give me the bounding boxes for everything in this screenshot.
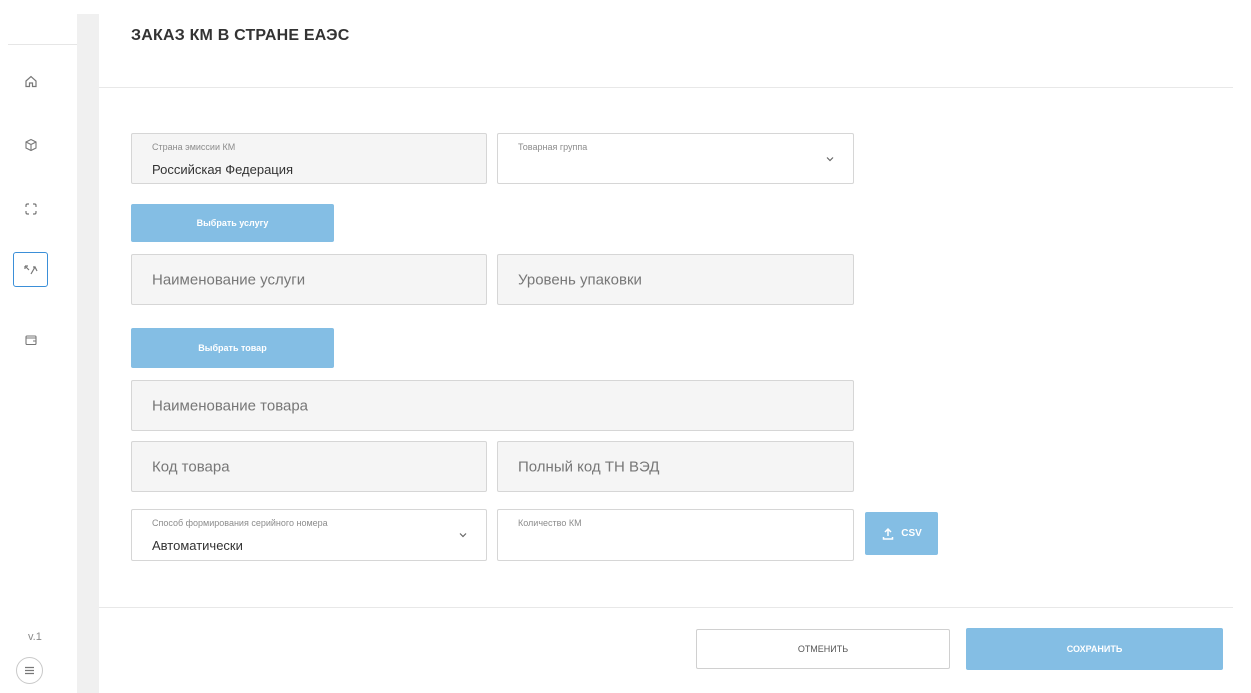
header-divider — [99, 87, 1233, 88]
serial-method-label: Способ формирования серийного номера — [152, 518, 328, 528]
country-label: Страна эмиссии КМ — [152, 142, 236, 152]
page-title: ЗАКАЗ КМ В СТРАНЕ ЕАЭС — [131, 27, 350, 44]
upload-icon — [882, 527, 894, 540]
product-name-field[interactable]: Наименование товара — [131, 380, 854, 431]
csv-label: CSV — [901, 528, 922, 539]
sidebar: v.1 — [0, 0, 77, 693]
csv-upload-button[interactable]: CSV — [865, 512, 938, 555]
save-button[interactable]: СОХРАНИТЬ — [966, 628, 1223, 670]
product-group-select[interactable]: Товарная группа — [497, 133, 854, 184]
footer-divider — [99, 607, 1233, 608]
product-code-field[interactable]: Код товара — [131, 441, 487, 492]
km-quantity-field[interactable]: Количество КМ — [497, 509, 854, 561]
sidebar-divider — [8, 44, 77, 45]
version-label: v.1 — [28, 631, 42, 643]
box-icon[interactable] — [16, 130, 46, 160]
chevron-down-icon — [826, 156, 834, 161]
product-code-placeholder: Код товара — [152, 458, 230, 475]
hamburger-icon — [25, 666, 34, 675]
transfer-icon[interactable] — [13, 252, 48, 287]
product-group-label: Товарная группа — [518, 142, 588, 152]
home-icon[interactable] — [16, 66, 46, 96]
layout-gutter — [77, 14, 99, 693]
serial-method-value: Автоматически — [152, 538, 243, 553]
main-panel: ЗАКАЗ КМ В СТРАНЕ ЕАЭС Страна эмиссии КМ… — [99, 0, 1251, 693]
tnved-code-placeholder: Полный код ТН ВЭД — [518, 458, 660, 475]
wallet-icon[interactable] — [16, 325, 46, 355]
menu-button[interactable] — [16, 657, 43, 684]
country-value: Российская Федерация — [152, 162, 294, 177]
chevron-down-icon — [459, 533, 467, 538]
tnved-code-field[interactable]: Полный код ТН ВЭД — [497, 441, 854, 492]
choose-service-button[interactable]: Выбрать услугу — [131, 204, 334, 242]
cancel-button[interactable]: ОТМЕНИТЬ — [696, 629, 950, 669]
choose-product-button[interactable]: Выбрать товар — [131, 328, 334, 368]
serial-method-select[interactable]: Способ формирования серийного номера Авт… — [131, 509, 487, 561]
scan-icon[interactable] — [16, 194, 46, 224]
product-name-placeholder: Наименование товара — [152, 397, 309, 414]
package-level-field[interactable]: Уровень упаковки — [497, 254, 854, 305]
service-name-placeholder: Наименование услуги — [152, 271, 306, 288]
service-name-field[interactable]: Наименование услуги — [131, 254, 487, 305]
km-quantity-label: Количество КМ — [518, 518, 582, 528]
country-field[interactable]: Страна эмиссии КМ Российская Федерация — [131, 133, 487, 184]
package-level-placeholder: Уровень упаковки — [518, 271, 642, 288]
